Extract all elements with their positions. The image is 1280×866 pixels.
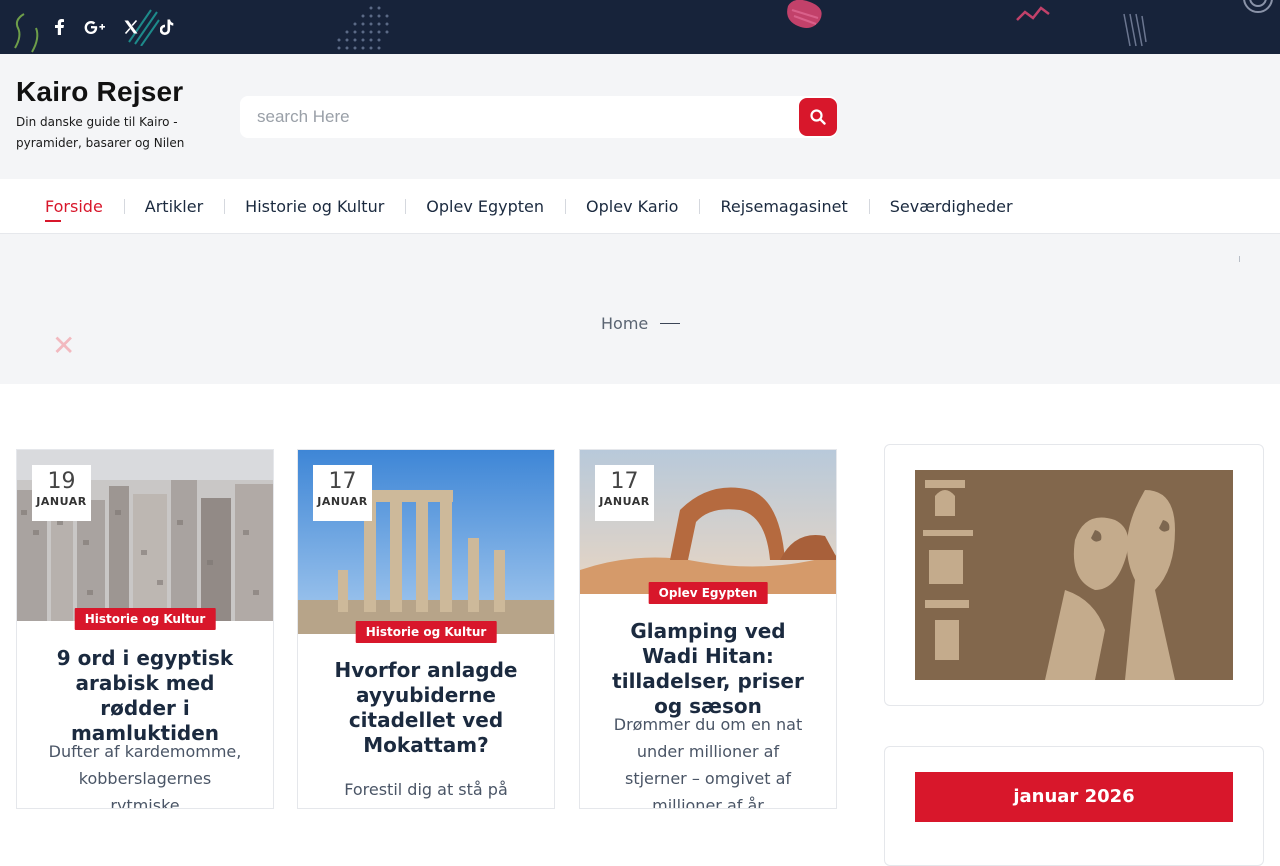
search-form [240, 96, 837, 138]
dots-decoration [337, 6, 389, 50]
wave-decoration [1016, 6, 1050, 21]
facebook-icon[interactable] [41, 0, 77, 54]
post-title[interactable]: Glamping ved Wadi Hitan: tilladelser, pr… [600, 619, 816, 719]
post-excerpt: Drømmer du om en nat under millioner af … [613, 715, 803, 809]
nav-item-svaerdigheder[interactable]: Seværdigheder [868, 179, 1034, 234]
search-icon [810, 109, 826, 125]
category-badge[interactable]: Historie og Kultur [74, 608, 216, 630]
nav-item-oplev-kario[interactable]: Oplev Kario [565, 179, 699, 234]
nav-item-forside[interactable]: Forside [24, 179, 124, 234]
site-description: Din danske guide til Kairo - pyramider, … [16, 115, 185, 150]
blob-decoration [787, 0, 822, 28]
circles-decoration [1243, 0, 1273, 13]
breadcrumb: Home [601, 314, 681, 333]
lines-decoration [1123, 13, 1147, 47]
social-links [41, 0, 185, 54]
tick-decoration [1239, 256, 1240, 262]
sidebar-calendar-widget: januar 2026 [884, 746, 1264, 866]
post-thumbnail[interactable]: 17 JANUAR [298, 450, 554, 634]
post-title[interactable]: 9 ord i egyptisk arabisk med rødder i ma… [37, 646, 253, 746]
nav-item-oplev-egypten[interactable]: Oplev Egypten [405, 179, 565, 234]
post-date: 17 JANUAR [313, 465, 372, 521]
sidebar-image[interactable] [915, 470, 1233, 680]
post-excerpt: Forestil dig at stå på toppen [344, 780, 508, 808]
site-header: Kairo Rejser Din danske guide til Kairo … [0, 54, 1280, 179]
site-title[interactable]: Kairo Rejser [16, 76, 183, 108]
nav-item-historie-og-kultur[interactable]: Historie og Kultur [224, 179, 405, 234]
search-input[interactable] [240, 96, 795, 138]
category-badge[interactable]: Oplev Egypten [648, 582, 768, 604]
post-card[interactable]: 17 JANUAR Historie og Kultur Hvorfor anl… [297, 449, 555, 809]
post-thumbnail[interactable]: 19 JANUAR [17, 450, 273, 621]
post-card[interactable]: 17 JANUAR Oplev Egypten Glamping ved Wad… [579, 449, 837, 809]
post-title[interactable]: Hvorfor anlagde ayyubiderne citadellet v… [318, 658, 534, 758]
google-plus-icon[interactable] [77, 0, 113, 54]
cross-decoration: ✕ [52, 329, 76, 362]
top-bar [0, 0, 1280, 54]
post-date: 19 JANUAR [32, 465, 91, 521]
post-date: 17 JANUAR [595, 465, 654, 521]
post-card[interactable]: 19 JANUAR Historie og Kultur 9 ord i egy… [16, 449, 274, 809]
main-navigation: Forside Artikler Historie og Kultur Ople… [0, 179, 1280, 234]
breadcrumb-home-link[interactable]: Home [601, 314, 648, 333]
nav-item-rejsemagasinet[interactable]: Rejsemagasinet [699, 179, 868, 234]
tiktok-icon[interactable] [149, 0, 185, 54]
category-badge[interactable]: Historie og Kultur [355, 621, 497, 643]
x-twitter-icon[interactable] [113, 0, 149, 54]
calendar-month-heading: januar 2026 [915, 772, 1233, 822]
post-thumbnail[interactable]: 17 JANUAR [580, 450, 836, 594]
nav-item-artikler[interactable]: Artikler [123, 179, 224, 234]
breadcrumb-band: Home ✕ [0, 234, 1280, 384]
post-excerpt: Dufter af kardemomme, kobberslagernes ry… [48, 742, 242, 809]
sidebar-image-widget [884, 444, 1264, 706]
search-button[interactable] [799, 98, 837, 136]
breadcrumb-separator [660, 323, 681, 324]
